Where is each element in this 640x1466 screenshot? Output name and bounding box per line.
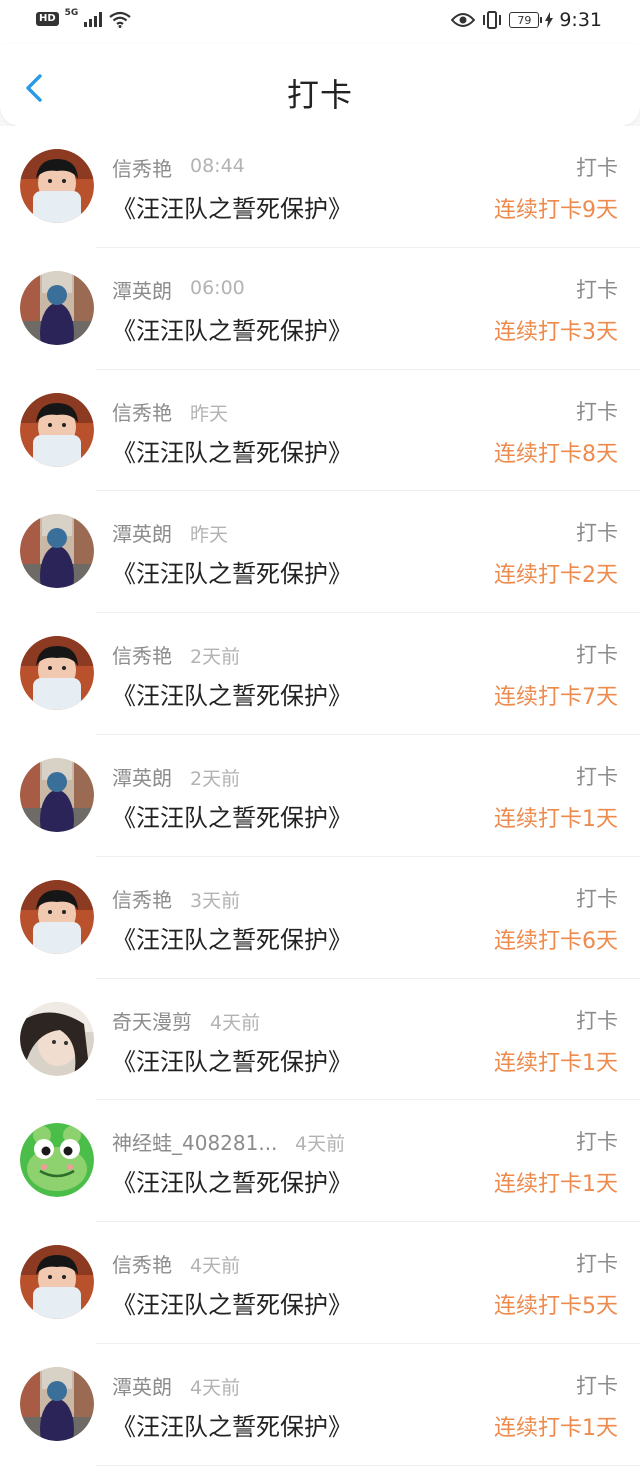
user-name[interactable]: 信秀艳 xyxy=(112,884,172,913)
list-item[interactable]: 信秀艳 3天前《汪汪队之誓死保护》 打卡连续打卡6天 xyxy=(0,857,640,979)
book-title: 《汪汪队之誓死保护》 xyxy=(112,560,352,589)
page-title: 打卡 xyxy=(286,76,353,114)
streak-label: 连续打卡7天 xyxy=(494,685,618,711)
list-item[interactable]: 信秀艳 4天前《汪汪队之誓死保护》 打卡连续打卡5天 xyxy=(0,1222,640,1344)
checkin-time: 08:44 xyxy=(190,155,245,177)
list-item[interactable]: 奇天漫剪 4天前《汪汪队之誓死保护》 打卡连续打卡1天 xyxy=(0,979,640,1101)
list-item[interactable]: 信秀艳 08:44 《汪汪队之誓死保护》 打卡连续打卡9天 xyxy=(0,126,640,248)
streak-label: 连续打卡2天 xyxy=(494,563,618,589)
book-title: 《汪汪队之誓死保护》 xyxy=(112,195,352,223)
checkin-action-label: 打卡 xyxy=(576,156,618,180)
book-title: 《汪汪队之誓死保护》 xyxy=(112,925,352,954)
checkin-time: 4天前 xyxy=(190,1376,241,1399)
avatar[interactable] xyxy=(20,1366,94,1441)
charging-icon xyxy=(545,12,554,28)
network-type: 5G xyxy=(64,8,79,18)
checkin-action-label: 打卡 xyxy=(576,1008,618,1033)
book-title: 《汪汪队之誓死保护》 xyxy=(112,682,352,711)
checkin-action-label: 打卡 xyxy=(576,1130,618,1155)
checkin-time: 昨天 xyxy=(190,402,229,425)
hd-badge: HD xyxy=(36,12,59,26)
wifi-icon xyxy=(109,11,132,28)
list-item[interactable]: 神经蛙_408281... 4天前《汪汪队之誓死保护》 打卡连续打卡1天 xyxy=(0,1100,640,1223)
book-title: 《汪汪队之誓死保护》 xyxy=(112,1169,352,1198)
list-item[interactable]: 信秀艳 2天前《汪汪队之誓死保护》 打卡连续打卡7天 xyxy=(0,613,640,735)
list-item[interactable]: 潭英朗 06:00 《汪汪队之誓死保护》 打卡连续打卡3天 xyxy=(0,248,640,370)
streak-label: 连续打卡1天 xyxy=(494,806,618,832)
checkin-time: 4天前 xyxy=(295,1133,346,1156)
checkin-time: 2天前 xyxy=(190,646,241,669)
user-name[interactable]: 信秀艳 xyxy=(112,640,172,669)
user-name[interactable]: 潭英朗 xyxy=(112,1371,172,1400)
list-item[interactable]: 潭英朗 2天前《汪汪队之誓死保护》 打卡连续打卡1天 xyxy=(0,735,640,857)
status-right: 79 9:31 xyxy=(451,9,602,31)
list-item[interactable]: 信秀艳 昨天《汪汪队之誓死保护》 打卡连续打卡8天 xyxy=(0,370,640,492)
streak-label: 连续打卡3天 xyxy=(494,319,618,345)
checkin-time: 4天前 xyxy=(210,1011,261,1034)
user-name[interactable]: 潭英朗 xyxy=(112,762,172,791)
nav-bar: 打卡 xyxy=(0,44,640,126)
status-bar: HD 5G 79 9:31 xyxy=(0,0,640,44)
list-item[interactable]: 潭英朗 昨天《汪汪队之誓死保护》 打卡连续打卡2天 xyxy=(0,491,640,614)
status-left: HD 5G xyxy=(36,8,132,28)
checkin-action-label: 打卡 xyxy=(576,521,618,546)
book-title: 《汪汪队之誓死保护》 xyxy=(112,1291,352,1320)
avatar[interactable] xyxy=(20,514,94,589)
book-title: 《汪汪队之誓死保护》 xyxy=(112,438,352,467)
checkin-time: 3天前 xyxy=(190,889,241,912)
streak-label: 连续打卡6天 xyxy=(494,928,618,954)
user-name[interactable]: 信秀艳 xyxy=(112,153,172,182)
user-name[interactable]: 信秀艳 xyxy=(112,1249,172,1278)
vibrate-icon xyxy=(483,11,502,29)
streak-label: 连续打卡1天 xyxy=(494,1172,618,1198)
checkin-action-label: 打卡 xyxy=(576,886,618,911)
user-name[interactable]: 奇天漫剪 xyxy=(112,1006,192,1035)
battery-icon: 79 xyxy=(509,12,543,28)
streak-label: 连续打卡5天 xyxy=(494,1294,618,1320)
user-name[interactable]: 神经蛙_408281... xyxy=(112,1127,277,1156)
book-title: 《汪汪队之誓死保护》 xyxy=(112,1047,352,1076)
eye-icon xyxy=(451,13,476,27)
checkin-list: 信秀艳 08:44 《汪汪队之誓死保护》 打卡 连续打卡9天 潭英朗 06:00 《汪汪队之誓… xyxy=(0,126,640,1466)
user-name[interactable]: 潭英朗 xyxy=(112,518,172,547)
checkin-action-label: 打卡 xyxy=(576,764,618,789)
user-name[interactable]: 信秀艳 xyxy=(112,397,172,426)
book-title: 《汪汪队之誓死保护》 xyxy=(112,803,352,832)
streak-label: 连续打卡9天 xyxy=(494,198,618,223)
clock: 9:31 xyxy=(559,9,602,31)
avatar[interactable] xyxy=(20,636,94,711)
checkin-action-label: 打卡 xyxy=(576,277,618,302)
checkin-action-label: 打卡 xyxy=(576,1373,618,1398)
checkin-action-label: 打卡 xyxy=(576,399,618,424)
checkin-time: 06:00 xyxy=(190,276,245,299)
avatar[interactable] xyxy=(20,1245,94,1320)
avatar[interactable] xyxy=(20,149,94,223)
checkin-action-label: 打卡 xyxy=(576,643,618,668)
signal-icon xyxy=(84,11,103,27)
checkin-time: 昨天 xyxy=(190,524,229,547)
avatar[interactable] xyxy=(20,879,94,954)
checkin-time: 4天前 xyxy=(190,1255,241,1278)
avatar[interactable] xyxy=(20,392,94,467)
checkin-time: 2天前 xyxy=(190,767,241,790)
user-name[interactable]: 潭英朗 xyxy=(112,275,172,304)
list-item[interactable]: 潭英朗 4天前《汪汪队之誓死保护》 打卡连续打卡1天 xyxy=(0,1344,640,1466)
streak-label: 连续打卡8天 xyxy=(494,441,618,467)
streak-label: 连续打卡1天 xyxy=(494,1415,618,1441)
checkin-action-label: 打卡 xyxy=(576,1252,618,1277)
book-title: 《汪汪队之誓死保护》 xyxy=(112,1412,352,1441)
avatar[interactable] xyxy=(20,1001,94,1076)
avatar[interactable] xyxy=(20,1123,94,1198)
streak-label: 连续打卡1天 xyxy=(494,1050,618,1076)
book-title: 《汪汪队之誓死保护》 xyxy=(112,316,352,345)
avatar[interactable] xyxy=(20,757,94,832)
avatar[interactable] xyxy=(20,270,94,345)
